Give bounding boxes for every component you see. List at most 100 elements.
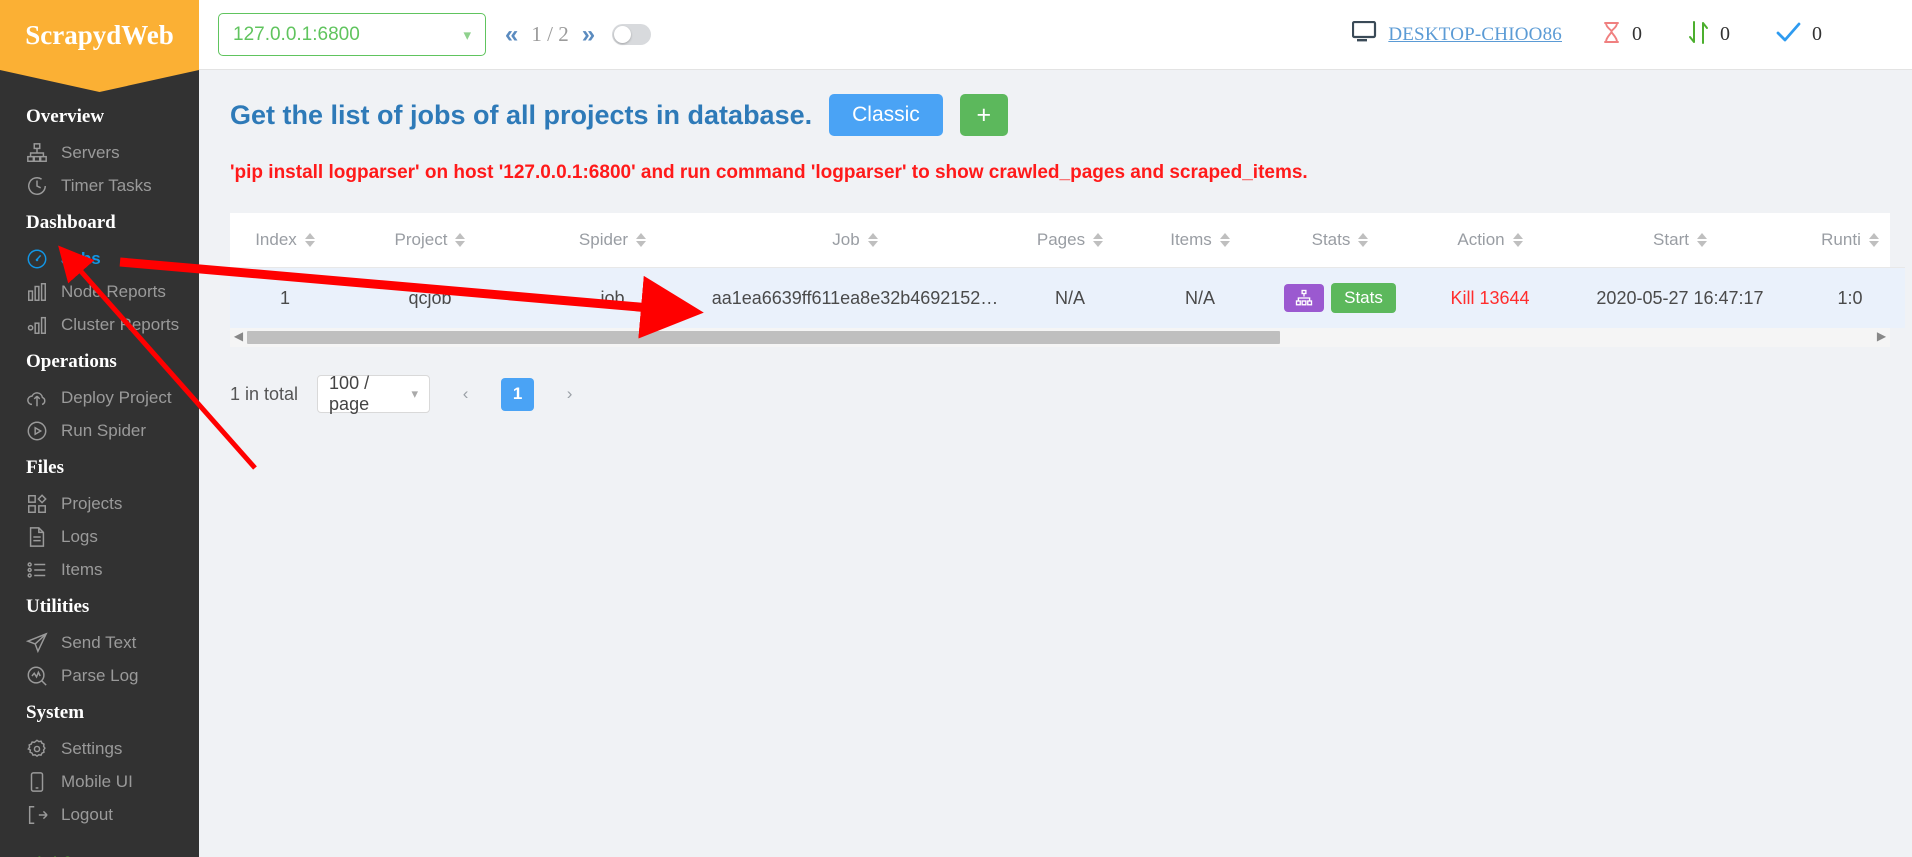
sitemap-icon[interactable] [1284,284,1325,313]
sidebar-group-system: System [26,702,85,723]
sidebar-item-label: Parse Log [61,665,139,685]
column-header-action[interactable]: Action [1415,213,1565,268]
logout-icon [26,804,48,826]
sort-toggle-icon[interactable] [1358,233,1369,247]
column-header-label: Spider [578,230,629,249]
sidebar-item-logs[interactable]: Logs [0,520,199,553]
version-link[interactable]: v1.4.0 [26,853,72,857]
cloud-upload-icon [26,387,48,409]
table-horizontal-scrollbar[interactable]: ◀ ▶ [230,328,1890,347]
status-pending[interactable]: 0 [1602,21,1642,49]
play-circle-icon [26,420,48,442]
jobs-table-head: Index Project Spider Job Pages Items Stats Acti… [230,213,1905,268]
grid-icon [26,493,48,515]
scrollbar-thumb[interactable] [247,331,1280,344]
sort-toggle-icon[interactable] [636,233,647,247]
topbar-right: DESKTOP-CHIOO86 0 0 0 [1352,20,1912,49]
sidebar-item-label: Node Reports [61,281,166,301]
column-header-spider[interactable]: Spider [520,213,705,268]
table-row[interactable]: 1 qcjob job aa1ea6639ff611ea8e32b4692152… N/… [230,267,1905,328]
sidebar-item-label: Servers [61,142,120,162]
classic-button[interactable]: Classic [829,94,943,136]
column-header-label: Runti [1821,230,1861,249]
status-finished-count: 0 [1812,23,1822,45]
next-page-button[interactable]: › [553,378,586,411]
sidebar-item-mobile-ui[interactable]: Mobile UI [0,765,199,798]
column-header-job[interactable]: Job [705,213,1005,268]
sort-toggle-icon[interactable] [1868,233,1879,247]
column-header-runtime[interactable]: Runti [1795,213,1905,268]
column-header-items[interactable]: Items [1135,213,1265,268]
status-running[interactable]: 0 [1688,20,1730,49]
chevron-down-icon: ▾ [411,386,419,401]
sort-toggle-icon[interactable] [867,233,878,247]
prev-node-button[interactable]: « [505,22,518,47]
scroll-left-icon[interactable]: ◀ [230,329,247,343]
node-select[interactable]: 127.0.0.1:6800 ▾ [218,13,486,56]
sidebar-item-label: Jobs [61,248,101,268]
sidebar-item-label: Items [61,559,103,579]
column-header-stats[interactable]: Stats [1265,213,1415,268]
sidebar-item-deploy-project[interactable]: Deploy Project [0,381,199,414]
sort-toggle-icon[interactable] [1219,233,1230,247]
column-header-label: Stats [1311,230,1351,249]
logparser-warning: 'pip install logparser' on host '127.0.0… [230,162,1308,183]
jobs-table-card: Index Project Spider Job Pages Items Stats Acti… [230,213,1905,328]
sidebar-item-jobs[interactable]: Jobs [0,242,199,275]
node-select-value: 127.0.0.1:6800 [233,23,360,45]
sidebar-item-settings[interactable]: Settings [0,732,199,765]
column-header-pages[interactable]: Pages [1005,213,1135,268]
toggle-knob [614,26,632,43]
column-header-project[interactable]: Project [340,213,520,268]
sidebar-group-utilities: Utilities [26,596,90,617]
sidebar-item-parse-log[interactable]: Parse Log [0,659,199,692]
cell-index: 1 [230,267,340,328]
column-header-index[interactable]: Index [230,213,340,268]
monitor-icon [1352,20,1378,48]
sort-toggle-icon[interactable] [1696,233,1707,247]
add-button[interactable]: + [959,94,1008,136]
check-icon [1776,21,1801,49]
sidebar-item-timer-tasks[interactable]: Timer Tasks [0,169,199,202]
jobs-table: Index Project Spider Job Pages Items Stats Acti… [230,213,1905,328]
jobs-table-body: 1 qcjob job aa1ea6639ff611ea8e32b4692152… N/… [230,267,1905,328]
sidebar-group-files: Files [26,457,64,478]
sort-toggle-icon[interactable] [1512,233,1523,247]
sidebar-item-logout[interactable]: Logout [0,798,199,831]
hourglass-icon [1602,21,1621,49]
next-node-button[interactable]: » [582,22,595,47]
brand-logo[interactable]: ScrapydWeb [0,0,199,70]
sidebar-item-node-reports[interactable]: Node Reports [0,275,199,308]
cell-stats: Stats [1265,267,1415,328]
column-header-start[interactable]: Start [1565,213,1795,268]
sidebar-item-run-spider[interactable]: Run Spider [0,414,199,447]
stats-button[interactable]: Stats [1331,283,1396,313]
cell-pages: N/A [1005,267,1135,328]
sidebar-item-items[interactable]: Items [0,553,199,586]
sidebar-item-projects[interactable]: Projects [0,487,199,520]
auto-refresh-toggle[interactable] [612,24,652,45]
sort-toggle-icon[interactable] [455,233,466,247]
sidebar-item-send-text[interactable]: Send Text [0,626,199,659]
sidebar-item-servers[interactable]: Servers [0,136,199,169]
sort-toggle-icon[interactable] [304,233,315,247]
column-header-label: Action [1457,230,1505,249]
sort-toggle-icon[interactable] [1093,233,1104,247]
cell-project: qcjob [340,267,520,328]
page-button-1[interactable]: 1 [501,377,535,411]
prev-page-button[interactable]: ‹ [449,378,482,411]
gauge-icon [26,248,48,270]
scroll-right-icon[interactable]: ▶ [1873,329,1890,343]
host-link[interactable]: DESKTOP-CHIOO86 [1352,20,1562,48]
status-finished[interactable]: 0 [1776,21,1822,49]
kill-job-link[interactable]: Kill 13644 [1450,288,1529,308]
sidebar-item-cluster-reports[interactable]: Cluster Reports [0,308,199,341]
column-header-label: Start [1653,230,1689,249]
document-icon [26,526,48,548]
servers-icon [26,142,48,164]
status-pending-count: 0 [1632,23,1642,45]
sidebar-item-label: Deploy Project [61,387,172,407]
page-size-select[interactable]: 100 / page ▾ [317,373,431,414]
sidebar-item-label: Settings [61,738,123,758]
paper-plane-icon [25,631,48,654]
